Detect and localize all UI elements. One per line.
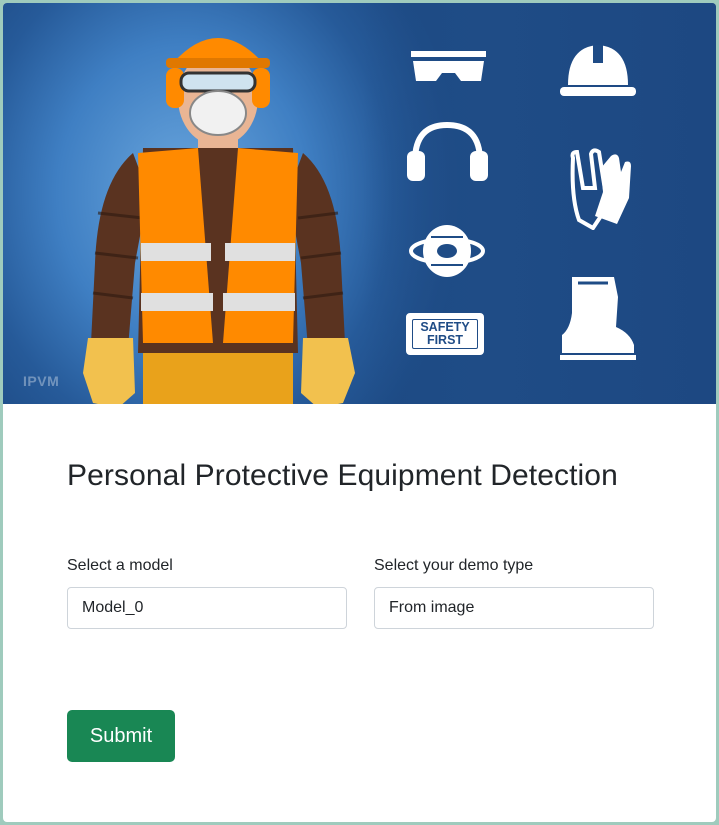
safety-first-badge: SAFETY FIRST xyxy=(406,313,484,355)
hero-banner: IPVM SAFETY FIRST xyxy=(3,3,716,404)
face-mask-icon xyxy=(409,225,485,277)
worker-illustration xyxy=(83,38,355,404)
gloves-icon xyxy=(570,148,631,230)
safety-boot-icon xyxy=(560,277,636,360)
main-card: IPVM SAFETY FIRST Personal Protective Eq… xyxy=(3,3,716,822)
badge-line-2: FIRST xyxy=(426,333,464,347)
model-select-value: Model_0 xyxy=(82,599,144,616)
model-select-label: Select a model xyxy=(67,557,173,574)
demo-type-select-value: From image xyxy=(389,599,475,616)
watermark-text: IPVM xyxy=(23,373,60,389)
hard-hat-icon xyxy=(560,45,636,96)
safety-goggles-icon xyxy=(411,51,486,81)
ear-muffs-icon xyxy=(407,121,488,181)
model-select[interactable]: Model_0 xyxy=(67,587,347,629)
page-title: Personal Protective Equipment Detection xyxy=(67,459,618,492)
demo-type-select-label: Select your demo type xyxy=(374,557,534,574)
demo-type-select[interactable]: From image xyxy=(374,587,654,629)
submit-button[interactable]: Submit xyxy=(67,710,175,762)
